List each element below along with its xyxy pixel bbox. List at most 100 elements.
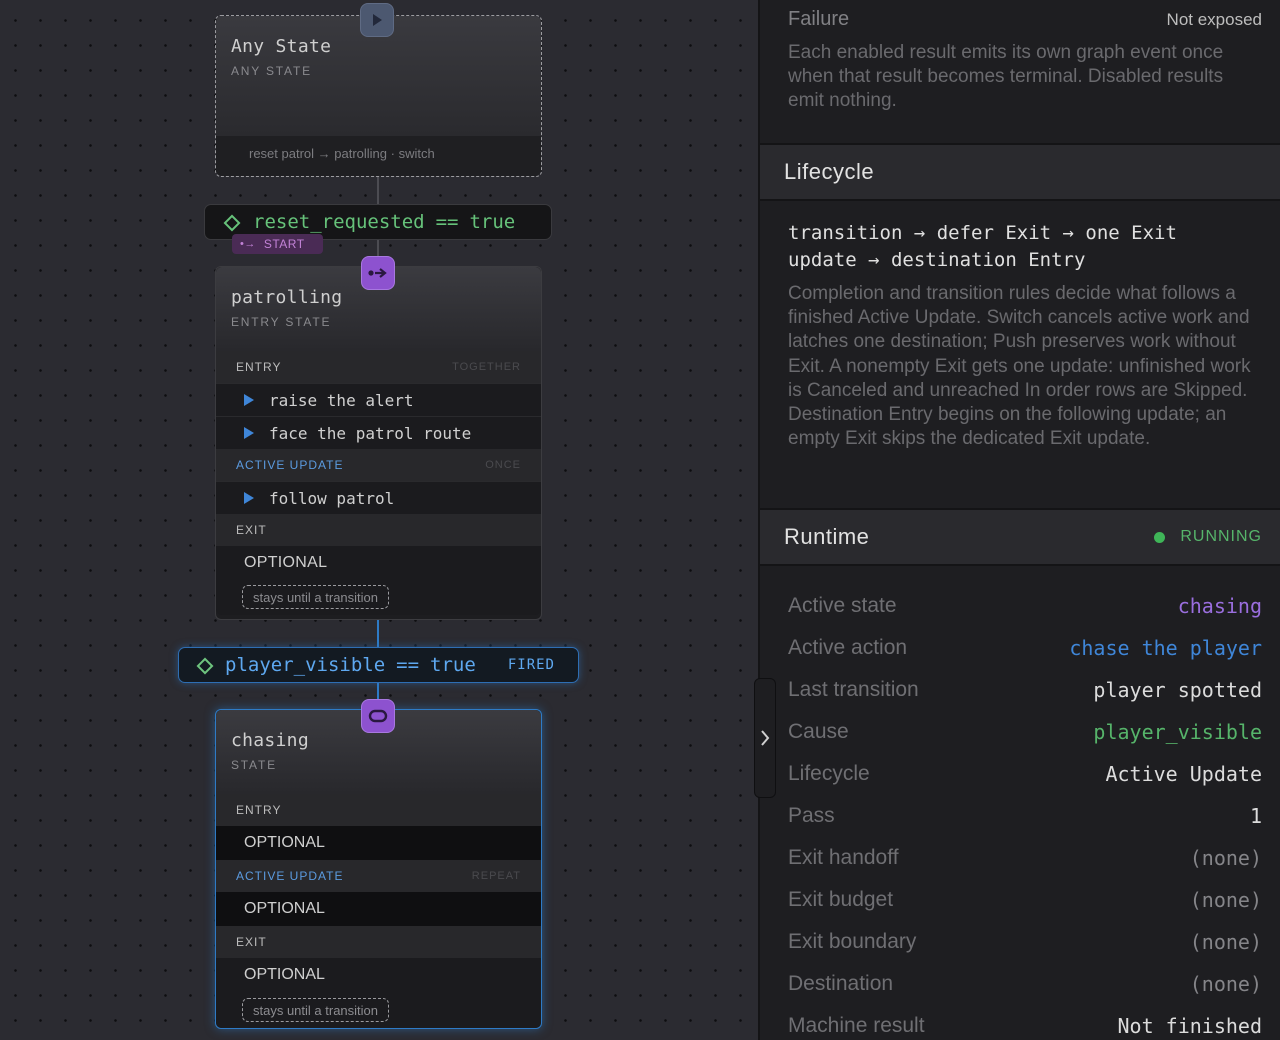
failure-section: Failure Not exposed Each enabled result … (788, 8, 1262, 113)
runtime-value: chase the player (1069, 636, 1262, 660)
runtime-key: Destination (788, 972, 894, 995)
runtime-key: Active action (788, 636, 908, 659)
node-kind: ENTRY STATE (231, 315, 332, 329)
runtime-value: player_visible (1093, 720, 1262, 744)
runtime-key: Machine result (788, 1014, 925, 1037)
runtime-value: Active Update (1105, 762, 1262, 786)
action-row[interactable]: face the patrol route (216, 416, 541, 449)
failure-value: Not exposed (1166, 10, 1262, 29)
note-container: stays until a transition (216, 992, 541, 1028)
patrolling-node[interactable]: patrolling ENTRY STATE ENTRY TOGETHER ra… (215, 266, 542, 620)
runtime-row: Destination (none) (788, 963, 1262, 1005)
start-badge-label: START (263, 237, 305, 251)
runtime-row: Lifecycle Active Update (788, 753, 1262, 795)
runtime-value: (none) (1189, 846, 1262, 870)
arrow-right-icon: •→ (240, 238, 256, 250)
node-kind: ANY STATE (231, 64, 312, 78)
runtime-key: Exit budget (788, 888, 894, 911)
play-icon (373, 14, 382, 26)
runtime-header[interactable]: Runtime RUNNING (760, 508, 1280, 566)
chevron-right-icon (761, 730, 770, 746)
lifecycle-code-line: update → destination Entry (788, 249, 1086, 271)
panel-collapse-button[interactable] (754, 678, 776, 798)
runtime-key: Lifecycle (788, 762, 870, 785)
runtime-row: Pass 1 (788, 795, 1262, 837)
runtime-key: Exit boundary (788, 930, 917, 953)
active-update-section-header: ACTIVE UPDATE ONCE (216, 449, 541, 481)
lifecycle-description: Completion and transition rules decide w… (788, 283, 1251, 450)
failure-label: Failure (788, 8, 850, 30)
arrow-right-icon (368, 268, 387, 278)
section-label: ENTRY (236, 803, 282, 817)
action-label: face the patrol route (269, 423, 472, 443)
slot-label: OPTIONAL (244, 553, 328, 571)
play-icon (244, 394, 254, 406)
runtime-value: Not finished (1117, 1014, 1263, 1038)
action-label: follow patrol (269, 488, 395, 508)
node-title: Any State (231, 36, 332, 57)
runtime-row: Active state chasing (788, 585, 1262, 627)
patrolling-port[interactable] (361, 256, 395, 290)
slot-label: OPTIONAL (244, 834, 325, 851)
failure-description: Each enabled result emits its own graph … (788, 42, 1224, 111)
runtime-row: Exit handoff (none) (788, 837, 1262, 879)
condition-operator: == (396, 654, 420, 676)
stays-note: stays until a transition (242, 585, 390, 609)
runtime-key: Pass (788, 804, 835, 827)
runtime-key: Exit handoff (788, 846, 899, 869)
any-state-transition-summary[interactable]: reset patrol → patrolling · switch (216, 136, 541, 176)
fired-badge: FIRED (507, 657, 555, 673)
condition-value: true (430, 654, 476, 676)
runtime-value: (none) (1189, 888, 1262, 912)
chasing-port[interactable] (361, 699, 395, 733)
condition-diamond-icon (223, 214, 241, 232)
any-state-port[interactable] (360, 3, 394, 37)
active-update-optional-slot[interactable]: OPTIONAL (216, 892, 541, 926)
section-label: ENTRY (236, 360, 282, 374)
exit-optional-slot[interactable]: OPTIONAL (216, 958, 541, 992)
lifecycle-body: transition → defer Exit → one Exit updat… (788, 220, 1264, 451)
inspector-panel: Failure Not exposed Each enabled result … (758, 0, 1280, 1040)
exit-optional-slot[interactable]: OPTIONAL (216, 546, 541, 579)
section-label: ACTIVE UPDATE (236, 458, 344, 472)
runtime-value: chasing (1177, 594, 1262, 618)
runtime-value: (none) (1189, 972, 1262, 996)
action-label: raise the alert (269, 390, 414, 410)
slot-label: OPTIONAL (244, 900, 325, 917)
section-label: ACTIVE UPDATE (236, 869, 344, 883)
runtime-row: Exit budget (none) (788, 879, 1262, 921)
runtime-key: Cause (788, 720, 849, 743)
edge-patrolling-to-player (377, 620, 379, 648)
start-badge: •→ START (232, 234, 323, 254)
section-mode: ONCE (485, 459, 521, 471)
section-title: Lifecycle (784, 159, 875, 184)
section-mode: REPEAT (471, 870, 521, 882)
node-title: chasing (231, 730, 309, 751)
edge-any-to-reset (377, 176, 379, 206)
stays-note: stays until a transition (242, 998, 390, 1022)
runtime-status: RUNNING (1154, 528, 1262, 546)
entry-section-header: ENTRY TOGETHER (216, 351, 541, 383)
graph-canvas[interactable]: Any State ANY STATE reset patrol → patro… (0, 0, 758, 1040)
node-title: patrolling (231, 287, 343, 308)
action-row[interactable]: raise the alert (216, 383, 541, 416)
play-icon (244, 492, 254, 504)
section-label: EXIT (236, 935, 267, 949)
chasing-node[interactable]: chasing STATE ENTRY OPTIONAL ACTIVE UPDA… (215, 709, 542, 1029)
entry-optional-slot[interactable]: OPTIONAL (216, 826, 541, 860)
runtime-row: Last transition player spotted (788, 669, 1262, 711)
runtime-row: Exit boundary (none) (788, 921, 1262, 963)
any-state-node[interactable]: Any State ANY STATE reset patrol → patro… (215, 15, 542, 177)
exit-section-header: EXIT (216, 926, 541, 958)
action-row[interactable]: follow patrol (216, 481, 541, 514)
lifecycle-header[interactable]: Lifecycle (760, 143, 1280, 201)
condition-value: true (469, 211, 516, 233)
transition-condition-player[interactable]: player_visible == true FIRED (178, 647, 579, 683)
active-update-section-header: ACTIVE UPDATE REPEAT (216, 860, 541, 892)
entry-section-header: ENTRY (216, 794, 541, 826)
node-kind: STATE (231, 758, 277, 772)
runtime-value: (none) (1189, 930, 1262, 954)
runtime-row: Active action chase the player (788, 627, 1262, 669)
exit-section-header: EXIT (216, 514, 541, 546)
status-dot-icon (1154, 531, 1166, 543)
